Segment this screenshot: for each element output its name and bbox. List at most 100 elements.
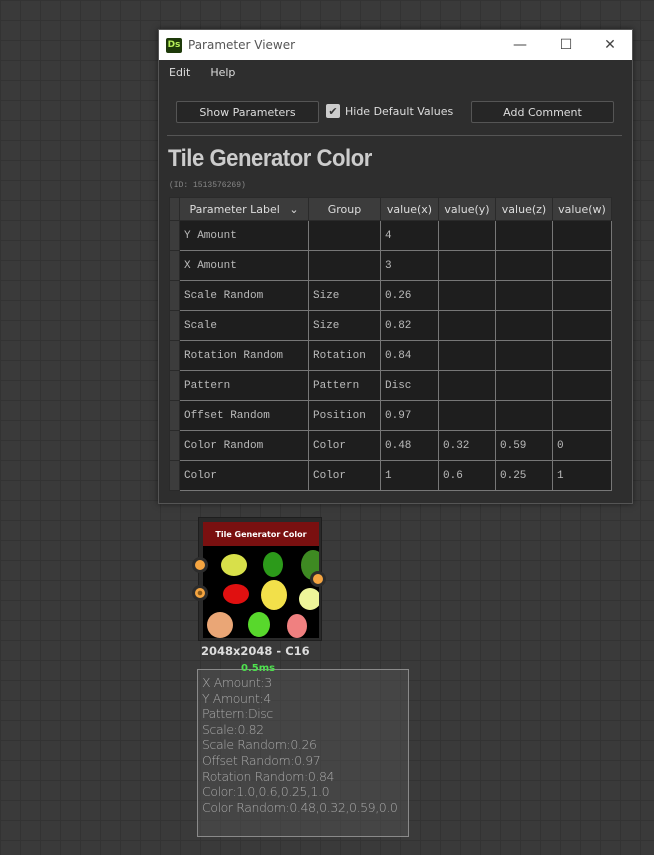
row-header[interactable] — [169, 340, 180, 371]
table-row[interactable]: Pattern Pattern Disc — [169, 370, 612, 401]
input-port-1[interactable] — [192, 557, 208, 573]
table-cell[interactable] — [308, 250, 381, 281]
table-cell[interactable] — [438, 220, 496, 251]
menu-edit[interactable]: Edit — [169, 66, 190, 79]
menu-help[interactable]: Help — [210, 66, 235, 79]
row-header[interactable] — [169, 460, 180, 491]
table-cell[interactable] — [495, 310, 553, 341]
row-header[interactable] — [169, 220, 180, 251]
row-header[interactable] — [169, 310, 180, 341]
table-cell[interactable]: Scale — [179, 310, 309, 341]
table-cell[interactable]: Color — [308, 460, 381, 491]
row-header[interactable] — [169, 280, 180, 311]
column-header[interactable]: value(y) — [438, 197, 496, 221]
table-cell[interactable]: 0.6 — [438, 460, 496, 491]
table-cell[interactable]: 0.82 — [380, 310, 439, 341]
table-cell[interactable]: Pattern — [308, 370, 381, 401]
table-cell[interactable]: Size — [308, 280, 381, 311]
table-cell[interactable]: 0.59 — [495, 430, 553, 461]
table-cell[interactable]: 0.25 — [495, 460, 553, 491]
minimize-button[interactable]: — — [497, 30, 543, 60]
table-row[interactable]: Scale Random Size 0.26 — [169, 280, 612, 311]
table-cell[interactable] — [495, 340, 553, 371]
table-cell[interactable] — [552, 400, 612, 431]
table-cell[interactable]: Scale Random — [179, 280, 309, 311]
table-cell[interactable] — [552, 250, 612, 281]
table-cell[interactable]: 0.48 — [380, 430, 439, 461]
table-cell[interactable]: Color Random — [179, 430, 309, 461]
hide-default-values-checkbox[interactable]: ✔ Hide Default Values — [326, 104, 453, 118]
comment-line: Y Amount:4 — [202, 690, 271, 706]
table-cell[interactable] — [552, 280, 612, 311]
table-row[interactable]: X Amount 3 — [169, 250, 612, 281]
column-header-label: value(x) — [386, 202, 433, 216]
table-cell[interactable] — [438, 310, 496, 341]
table-cell[interactable]: 0.97 — [380, 400, 439, 431]
designer-logo-icon: Ds — [166, 37, 182, 53]
comment-line: Color Random:0.48,0.32,0.59,0.0 — [202, 799, 398, 815]
row-header[interactable] — [169, 370, 180, 401]
table-cell[interactable] — [438, 340, 496, 371]
table-cell[interactable] — [308, 220, 381, 251]
input-port-2[interactable] — [192, 585, 208, 601]
table-cell[interactable]: Size — [308, 310, 381, 341]
column-header[interactable]: value(z) — [495, 197, 553, 221]
table-cell[interactable] — [495, 250, 553, 281]
table-cell[interactable] — [438, 280, 496, 311]
table-cell[interactable]: Y Amount — [179, 220, 309, 251]
table-cell[interactable]: 0.32 — [438, 430, 496, 461]
table-cell[interactable] — [552, 220, 612, 251]
output-port[interactable] — [310, 571, 326, 587]
column-header[interactable]: Group — [308, 197, 381, 221]
table-cell[interactable] — [495, 400, 553, 431]
table-cell[interactable]: 0.26 — [380, 280, 439, 311]
comment-box[interactable]: X Amount:3 Y Amount:4 Pattern:Disc Scale:0.… — [197, 669, 409, 837]
table-cell[interactable]: Rotation — [308, 340, 381, 371]
row-header[interactable] — [169, 430, 180, 461]
column-header[interactable]: Parameter Label ⌄ — [179, 197, 309, 221]
column-header-label: value(y) — [444, 202, 490, 216]
table-cell[interactable]: 4 — [380, 220, 439, 251]
table-row[interactable]: Scale Size 0.82 — [169, 310, 612, 341]
table-cell[interactable] — [438, 250, 496, 281]
table-cell[interactable] — [495, 370, 553, 401]
row-header[interactable] — [169, 400, 180, 431]
table-cell[interactable] — [552, 310, 612, 341]
table-row[interactable]: Y Amount 4 — [169, 220, 612, 251]
table-cell[interactable]: X Amount — [179, 250, 309, 281]
row-header[interactable] — [169, 250, 180, 281]
show-parameters-button[interactable]: Show Parameters — [176, 101, 319, 123]
table-cell[interactable]: Disc — [380, 370, 439, 401]
table-cell[interactable]: Color — [179, 460, 309, 491]
table-row[interactable]: Color Color 1 0.6 0.25 1 — [169, 460, 612, 491]
graph-node-tile-generator-color[interactable]: Tile Generator Color — [192, 517, 326, 641]
table-row[interactable]: Rotation Random Rotation 0.84 — [169, 340, 612, 371]
maximize-button[interactable]: ☐ — [543, 30, 589, 60]
checkmark-icon: ✔ — [326, 104, 340, 118]
table-cell[interactable]: 3 — [380, 250, 439, 281]
column-header[interactable]: value(w) — [552, 197, 612, 221]
table-cell[interactable]: Pattern — [179, 370, 309, 401]
sort-chevron-icon[interactable]: ⌄ — [289, 203, 298, 216]
table-cell[interactable] — [552, 340, 612, 371]
table-cell[interactable] — [438, 400, 496, 431]
toolbar: Show Parameters ✔ Hide Default Values Ad… — [176, 101, 614, 123]
table-cell[interactable]: 1 — [552, 460, 612, 491]
table-cell[interactable]: Color — [308, 430, 381, 461]
column-header[interactable]: value(x) — [380, 197, 439, 221]
table-cell[interactable]: 1 — [380, 460, 439, 491]
table-cell[interactable] — [495, 220, 553, 251]
table-cell[interactable]: Offset Random — [179, 400, 309, 431]
add-comment-button[interactable]: Add Comment — [471, 101, 614, 123]
table-cell[interactable] — [438, 370, 496, 401]
table-cell[interactable]: Rotation Random — [179, 340, 309, 371]
table-row[interactable]: Color Random Color 0.48 0.32 0.59 0 — [169, 430, 612, 461]
table-cell[interactable] — [552, 370, 612, 401]
node-time: 0.5ms — [241, 663, 276, 674]
table-cell[interactable]: 0 — [552, 430, 612, 461]
table-cell[interactable]: 0.84 — [380, 340, 439, 371]
table-row[interactable]: Offset Random Position 0.97 — [169, 400, 612, 431]
table-cell[interactable]: Position — [308, 400, 381, 431]
close-button[interactable]: ✕ — [587, 30, 633, 60]
table-cell[interactable] — [495, 280, 553, 311]
